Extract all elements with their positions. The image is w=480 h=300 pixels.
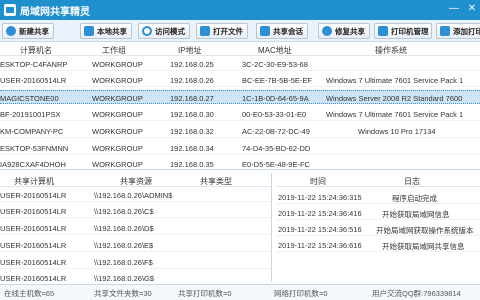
title-bar: 局域网共享精灵 — ✕ — [0, 0, 480, 20]
log-row: 2019-11-22 15:24:36:416 开始获取局域网信息 — [276, 207, 480, 220]
share-table-header: 共享计算机 共享资源 共享类型 — [0, 173, 271, 187]
monitor-icon — [84, 26, 94, 36]
share-row[interactable]: USER-20160514LR \\192.168.0.26\G$ — [0, 272, 271, 282]
computer-row[interactable]: KM-COMPANY-PC WORKGROUP 192.168.0.32 AC-… — [0, 124, 480, 138]
close-button[interactable]: ✕ — [466, 2, 478, 16]
toolbar: 新建共享 本地共享 访问模式 打开文件 共享会话 修复共享 打印机管理 添加打印 — [0, 20, 480, 42]
computer-row[interactable]: USER-20160514LR WORKGROUP 192.168.0.26 B… — [0, 73, 480, 87]
header-time: 时间 — [310, 177, 326, 186]
log-row: 2019-11-22 15:24:36:616 开始获取局域网共享信息 — [276, 239, 480, 252]
share-row[interactable]: USER-20160514LR \\192.168.0.26\E$ — [0, 239, 271, 252]
printer-icon — [378, 26, 388, 36]
log-panel: 时间 日志 2019-11-22 15:24:36:315 程序启动完成 201… — [276, 173, 480, 282]
computer-table-header: 计算机名 工作组 IP地址 MAC地址 操作系统 — [0, 42, 480, 56]
printer-manage-button[interactable]: 打印机管理 — [374, 23, 432, 39]
folder-icon — [200, 26, 210, 36]
computer-row[interactable]: IA928CXAF4DHOH WORKGROUP 192.168.0.35 E0… — [0, 157, 480, 169]
status-shared-printers: 共享打印机数=0 — [178, 289, 232, 298]
open-file-button[interactable]: 打开文件 — [196, 23, 248, 39]
header-os: 操作系统 — [375, 46, 407, 55]
eye-icon — [142, 26, 152, 36]
log-row: 2019-11-22 15:24:36:516 开始局域网获取操作系统版本 — [276, 223, 480, 236]
log-row: 2019-11-22 15:24:36:315 程序启动完成 — [276, 191, 480, 204]
share-row[interactable]: USER-20160514LR \\192.168.0.26\F$ — [0, 256, 271, 269]
new-share-button[interactable]: 新建共享 — [2, 23, 54, 39]
window-title: 局域网共享精灵 — [20, 7, 90, 18]
computer-table: 计算机名 工作组 IP地址 MAC地址 操作系统 ESKTOP-C4FANRP … — [0, 42, 480, 170]
status-network-printers: 网络打印机数=0 — [274, 289, 328, 298]
status-support-group: 用户交流QQ群:796339814 — [372, 289, 461, 298]
add-printer-button[interactable]: 添加打印 — [436, 23, 480, 39]
minimize-button[interactable]: — — [448, 2, 460, 16]
access-mode-button[interactable]: 访问模式 — [138, 23, 190, 39]
users-icon — [260, 26, 270, 36]
computer-row[interactable]: ESKTOP-C4FANRP WORKGROUP 192.168.0.25 3C… — [0, 57, 480, 71]
header-share-resource: 共享资源 — [120, 177, 152, 186]
status-shared-folders: 共享文件夹数=30 — [94, 289, 152, 298]
log-table-header: 时间 日志 — [276, 173, 480, 187]
status-bar: 在线主机数=65 共享文件夹数=30 共享打印机数=0 网络打印机数=0 用户交… — [0, 284, 480, 300]
share-row[interactable]: USER-20160514LR \\192.168.0.26\C$ — [0, 205, 271, 218]
plus-circle-icon — [6, 26, 16, 36]
local-share-button[interactable]: 本地共享 — [80, 23, 132, 39]
share-row[interactable]: USER-20160514LR \\192.168.0.26\D$ — [0, 222, 271, 235]
repair-share-button[interactable]: 修复共享 — [318, 23, 370, 39]
share-table: 共享计算机 共享资源 共享类型 USER-20160514LR \\192.16… — [0, 173, 272, 282]
computer-row-selected[interactable]: MAGICSTONE00 WORKGROUP 192.168.0.27 1C-1… — [0, 90, 480, 104]
header-computer-name: 计算机名 — [20, 46, 52, 55]
header-share-type: 共享类型 — [200, 177, 232, 186]
header-mac: MAC地址 — [258, 46, 292, 55]
status-online-count: 在线主机数=65 — [4, 289, 55, 298]
header-log: 日志 — [404, 177, 420, 186]
header-workgroup: 工作组 — [102, 46, 126, 55]
header-share-computer: 共享计算机 — [14, 177, 54, 186]
computer-row[interactable]: BF-20191001PSX WORKGROUP 192.168.0.30 00… — [0, 107, 480, 121]
app-logo-icon — [4, 4, 16, 16]
printer-add-icon — [440, 26, 450, 36]
header-ip: IP地址 — [178, 46, 202, 55]
share-session-button[interactable]: 共享会话 — [256, 23, 308, 39]
share-row[interactable]: USER-20160514LR \\192.168.0.26\ADMIN$ — [0, 189, 271, 202]
computer-row[interactable]: ESKTOP-53FNMNN WORKGROUP 192.168.0.34 74… — [0, 141, 480, 155]
wrench-icon — [322, 26, 332, 36]
